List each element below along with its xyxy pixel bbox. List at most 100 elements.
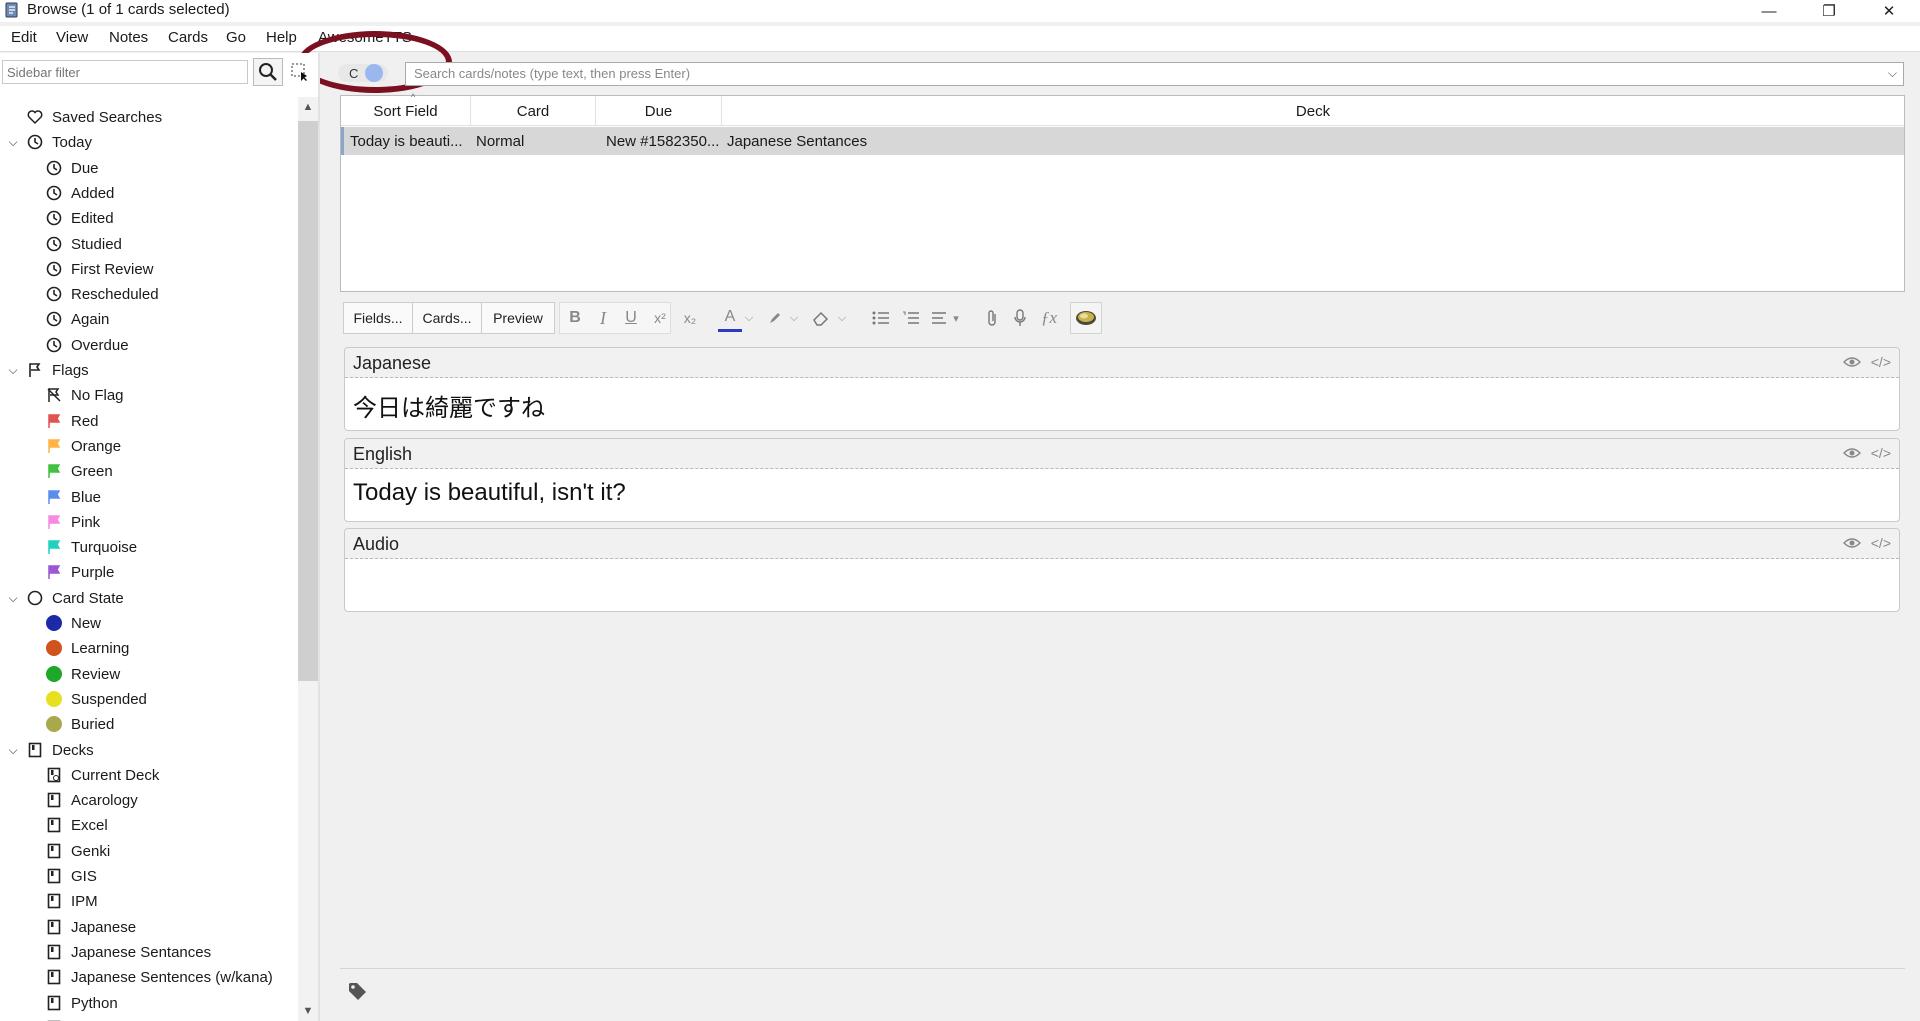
sidebar-item-decks[interactable]: ⌵ Decks bbox=[8, 738, 93, 762]
menu-notes[interactable]: Notes bbox=[109, 29, 148, 46]
sidebar-item-blue[interactable]: Blue bbox=[45, 485, 101, 509]
sidebar-splitter[interactable] bbox=[318, 53, 320, 1021]
sidebar-item-due[interactable]: Due bbox=[45, 156, 99, 180]
sidebar-item-studied[interactable]: Studied bbox=[45, 232, 122, 256]
chevron-down-icon[interactable]: ⌵ bbox=[6, 363, 20, 378]
field-input-audio[interactable] bbox=[345, 559, 1899, 611]
function-icon[interactable]: ƒx bbox=[1035, 302, 1063, 334]
chevron-down-icon[interactable]: ⌵ bbox=[6, 135, 20, 150]
html-editor-icon[interactable]: </> bbox=[1871, 535, 1891, 551]
field-input-japanese[interactable]: 今日は綺麗ですね bbox=[345, 378, 1899, 430]
sidebar-item-card-state[interactable]: ⌵ Card State bbox=[8, 586, 123, 610]
sidebar-item-excel[interactable]: Excel bbox=[45, 813, 108, 837]
search-input[interactable]: Search cards/notes (type text, then pres… bbox=[405, 62, 1904, 86]
sidebar-item-turquoise[interactable]: Turquoise bbox=[45, 535, 137, 559]
menu-view[interactable]: View bbox=[56, 29, 88, 46]
sidebar-item-added[interactable]: Added bbox=[45, 181, 114, 205]
sidebar-scrollbar-thumb[interactable] bbox=[298, 121, 318, 681]
table-row[interactable]: Today is beauti... Normal New #1582350..… bbox=[341, 127, 1904, 155]
bullet-list-icon[interactable] bbox=[867, 302, 895, 334]
column-card[interactable]: Card bbox=[471, 96, 596, 126]
sidebar-item-learning[interactable]: Learning bbox=[45, 636, 129, 660]
sidebar-item-overdue[interactable]: Overdue bbox=[45, 333, 129, 357]
text-color-dropdown-icon[interactable]: ⌵ bbox=[742, 302, 756, 334]
sidebar-item-green[interactable]: Green bbox=[45, 459, 113, 483]
sidebar-search-button[interactable] bbox=[253, 58, 283, 86]
fields-button[interactable]: Fields... bbox=[343, 302, 413, 334]
eye-icon[interactable] bbox=[1843, 536, 1861, 550]
close-window-button[interactable]: ✕ bbox=[1860, 0, 1918, 22]
html-editor-icon[interactable]: </> bbox=[1871, 445, 1891, 461]
sidebar-filter-input[interactable] bbox=[2, 60, 248, 84]
underline-icon[interactable]: U bbox=[617, 302, 645, 334]
sidebar-item-genki[interactable]: Genki bbox=[45, 839, 110, 863]
sidebar-item-r[interactable]: R bbox=[45, 1016, 82, 1021]
eraser-icon[interactable] bbox=[807, 302, 835, 334]
maximize-button[interactable]: ❐ bbox=[1800, 0, 1858, 22]
flag-icon bbox=[45, 513, 63, 531]
cards-notes-toggle[interactable]: C bbox=[337, 63, 389, 83]
highlight-icon[interactable] bbox=[763, 302, 787, 334]
sidebar-item-saved-searches[interactable]: Saved Searches bbox=[26, 105, 162, 129]
select-mode-button[interactable] bbox=[288, 60, 312, 84]
cards-button[interactable]: Cards... bbox=[412, 302, 482, 334]
eraser-dropdown-icon[interactable]: ⌵ bbox=[835, 302, 849, 334]
sidebar-item-current-deck[interactable]: Current Deck bbox=[45, 763, 159, 787]
menu-edit[interactable]: Edit bbox=[11, 29, 37, 46]
sidebar-item-today[interactable]: ⌵ Today bbox=[8, 130, 92, 154]
bold-icon[interactable]: B bbox=[561, 302, 589, 334]
sidebar-item-orange[interactable]: Orange bbox=[45, 434, 121, 458]
column-due[interactable]: Due bbox=[596, 96, 722, 126]
sidebar-item-new[interactable]: New bbox=[45, 611, 101, 635]
sidebar-item-japanese-sentences-w-kana[interactable]: Japanese Sentences (w/kana) bbox=[45, 965, 273, 989]
sidebar-item-python[interactable]: Python bbox=[45, 991, 118, 1015]
sidebar-item-first-review[interactable]: First Review bbox=[45, 257, 154, 281]
sidebar-item-japanese-sentances[interactable]: Japanese Sentances bbox=[45, 940, 211, 964]
preview-button[interactable]: Preview bbox=[481, 302, 555, 334]
paperclip-icon[interactable] bbox=[979, 302, 1005, 334]
superscript-icon[interactable]: x² bbox=[645, 302, 675, 334]
chevron-down-icon[interactable]: ⌵ bbox=[6, 743, 20, 758]
html-editor-icon[interactable]: </> bbox=[1871, 354, 1891, 370]
sidebar-item-flags[interactable]: ⌵ Flags bbox=[8, 358, 88, 382]
eye-icon[interactable] bbox=[1843, 355, 1861, 369]
menu-go[interactable]: Go bbox=[226, 29, 246, 46]
sidebar-item-red[interactable]: Red bbox=[45, 409, 99, 433]
numbered-list-icon[interactable] bbox=[897, 302, 925, 334]
eye-icon[interactable] bbox=[1843, 446, 1861, 460]
sidebar-item-suspended[interactable]: Suspended bbox=[45, 687, 147, 711]
highlight-dropdown-icon[interactable]: ⌵ bbox=[787, 302, 801, 334]
sidebar-item-edited[interactable]: Edited bbox=[45, 206, 114, 230]
sidebar-item-acarology[interactable]: Acarology bbox=[45, 788, 138, 812]
column-deck[interactable]: Deck bbox=[722, 96, 1904, 126]
chevron-down-icon[interactable]: ⌵ bbox=[1888, 66, 1897, 81]
sidebar-item-rescheduled[interactable]: Rescheduled bbox=[45, 282, 159, 306]
menu-awesometts[interactable]: AwesomeTTS bbox=[318, 29, 412, 46]
awesometts-button[interactable] bbox=[1070, 302, 1102, 334]
italic-icon[interactable]: I bbox=[589, 302, 617, 334]
chevron-down-icon[interactable]: ⌵ bbox=[6, 591, 20, 606]
sidebar-item-review[interactable]: Review bbox=[45, 662, 120, 686]
align-icon[interactable] bbox=[927, 302, 951, 334]
sidebar-item-buried[interactable]: Buried bbox=[45, 712, 114, 736]
sidebar-item-gis[interactable]: GIS bbox=[45, 864, 97, 888]
tag-icon[interactable] bbox=[347, 981, 367, 1001]
subscript-icon[interactable]: x₂ bbox=[675, 302, 705, 334]
menu-help[interactable]: Help bbox=[266, 29, 297, 46]
sidebar-item-ipm[interactable]: IPM bbox=[45, 889, 98, 913]
align-dropdown-icon[interactable]: ▾ bbox=[949, 302, 963, 334]
sidebar-item-japanese[interactable]: Japanese bbox=[45, 915, 136, 939]
deck-icon bbox=[45, 892, 63, 910]
microphone-icon[interactable] bbox=[1007, 302, 1033, 334]
field-input-english[interactable]: Today is beautiful, isn't it? bbox=[345, 469, 1899, 521]
sidebar-item-pink[interactable]: Pink bbox=[45, 510, 100, 534]
menu-cards[interactable]: Cards bbox=[168, 29, 208, 46]
sidebar-item-purple[interactable]: Purple bbox=[45, 560, 114, 584]
text-color-icon[interactable]: A bbox=[718, 304, 742, 332]
column-sort-field[interactable]: ^ Sort Field bbox=[341, 92, 471, 126]
sidebar-item-no-flag[interactable]: No Flag bbox=[45, 383, 124, 407]
scroll-up-arrow[interactable]: ▲ bbox=[298, 97, 318, 117]
sidebar-item-again[interactable]: Again bbox=[45, 307, 109, 331]
scroll-down-arrow[interactable]: ▼ bbox=[298, 1001, 318, 1021]
minimize-button[interactable]: — bbox=[1740, 0, 1798, 22]
